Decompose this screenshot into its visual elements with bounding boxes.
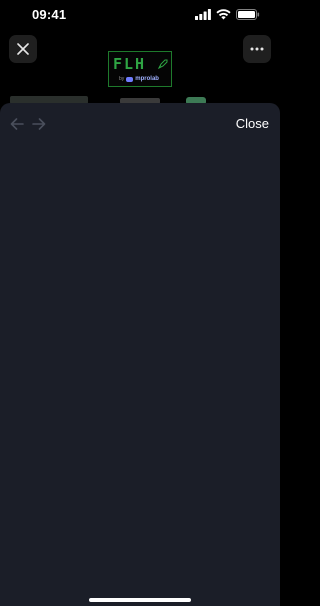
logo-by: by <box>119 76 125 82</box>
logo-brand: mprolab <box>135 76 159 82</box>
dismiss-button[interactable] <box>9 35 37 63</box>
battery-icon <box>236 9 260 20</box>
browser-sheet <box>0 103 280 606</box>
close-button[interactable]: Close <box>236 116 269 131</box>
home-indicator[interactable] <box>89 598 191 602</box>
logo-subtitle: by mprolab <box>119 76 159 82</box>
status-icons <box>195 9 260 20</box>
logo-text: FLH <box>113 55 147 73</box>
brand-mark-icon <box>126 76 134 82</box>
rocket-icon <box>157 59 168 70</box>
signal-icon <box>195 9 211 20</box>
back-button[interactable] <box>9 116 25 132</box>
status-bar: 09:41 <box>0 0 280 30</box>
more-options-button[interactable] <box>243 35 271 63</box>
more-horizontal-icon <box>250 47 264 51</box>
close-icon <box>17 43 29 55</box>
arrow-left-icon <box>10 118 24 130</box>
arrow-right-icon <box>32 118 46 130</box>
status-time: 09:41 <box>32 7 67 22</box>
app-logo: FLH by mprolab <box>108 51 172 87</box>
wifi-icon <box>216 9 231 20</box>
forward-button[interactable] <box>31 116 47 132</box>
